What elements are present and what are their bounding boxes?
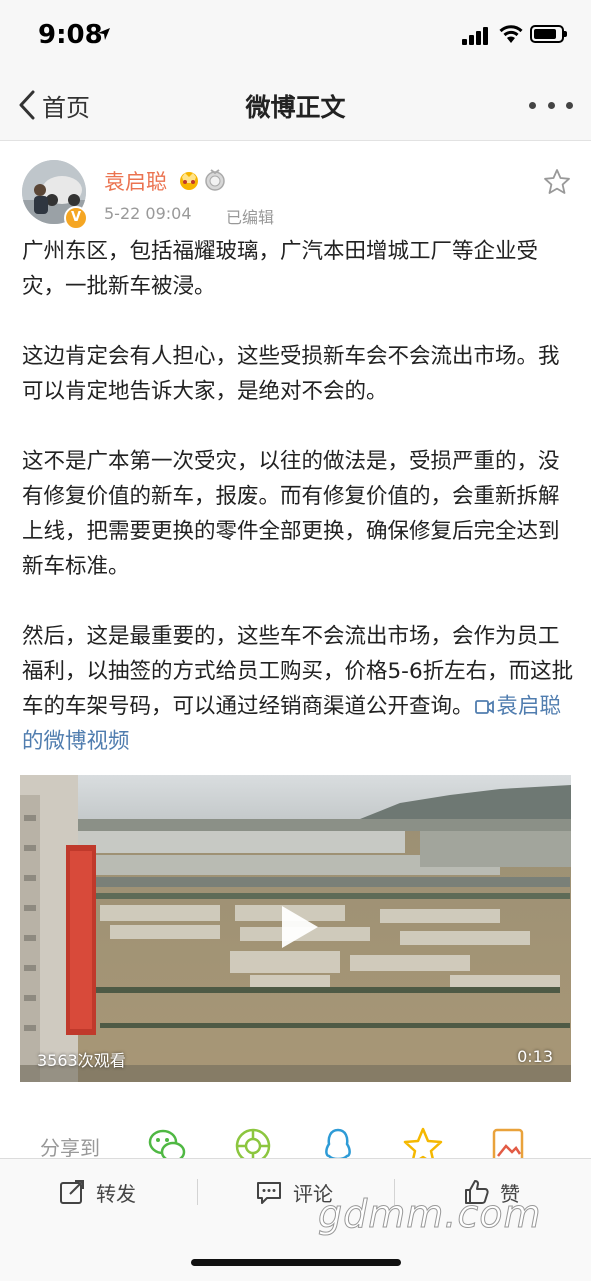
watermark: gdmm.com (318, 1192, 542, 1237)
post-paragraph: 然后，这是最重要的，这些车不会流出市场，会作为员工福利，以抽签的方式给员工购买，… (22, 619, 574, 759)
toolbar-divider (197, 1179, 198, 1205)
vip-crown-icon (180, 172, 198, 190)
album-icon[interactable] (490, 1126, 530, 1160)
more-options-button[interactable] (529, 92, 573, 118)
wifi-icon (499, 25, 523, 43)
moments-icon[interactable] (233, 1126, 273, 1160)
favorite-star-icon[interactable] (543, 168, 571, 196)
comment-icon (257, 1182, 281, 1204)
share-label: 分享到 (40, 1136, 100, 1160)
post-time: 5-22 09:04 (104, 204, 192, 223)
qq-icon[interactable] (318, 1126, 358, 1160)
post-paragraph: 这边肯定会有人担心，这些受损新车会不会流出市场。我可以肯定地告诉大家，是绝对不会… (22, 344, 560, 404)
medal-icon (205, 169, 225, 191)
repost-button[interactable]: 转发 (58, 1173, 136, 1211)
qzone-icon[interactable] (403, 1126, 443, 1160)
post-paragraph: 这不是广本第一次受灾，以往的做法是，受损严重的，没有修复价值的新车，报废。而有修… (22, 449, 560, 579)
edited-label: 已编辑 (226, 208, 275, 227)
cellular-signal-icon (462, 27, 488, 45)
author-name[interactable]: 袁启聪 (104, 166, 167, 196)
post-content: 广州东区，包括福耀玻璃，广汽本田增城工厂等企业受灾，一批新车被浸。 这边肯定会有… (22, 234, 574, 759)
video-duration: 0:13 (517, 1047, 553, 1066)
repost-label: 转发 (96, 1181, 136, 1206)
location-arrow-icon (98, 28, 110, 40)
wechat-icon[interactable] (147, 1126, 187, 1160)
video-link-icon (474, 700, 494, 714)
status-time: 9:08 (38, 20, 103, 50)
video-player[interactable]: 3563次观看 0:13 (20, 775, 571, 1082)
page-title: 微博正文 (245, 93, 346, 122)
repost-icon (60, 1180, 84, 1204)
post-paragraph: 广州东区，包括福耀玻璃，广汽本田增城工厂等企业受灾，一批新车被浸。 (22, 239, 539, 299)
navigation-bar: 首页 微博正文 (0, 70, 591, 141)
home-indicator[interactable] (191, 1259, 401, 1266)
verified-badge: V (64, 206, 88, 230)
video-view-count: 3563次观看 (37, 1051, 126, 1070)
status-bar: 9:08 (0, 0, 591, 70)
more-dots-icon (529, 101, 536, 109)
play-icon[interactable] (278, 904, 322, 950)
battery-icon (530, 25, 567, 43)
